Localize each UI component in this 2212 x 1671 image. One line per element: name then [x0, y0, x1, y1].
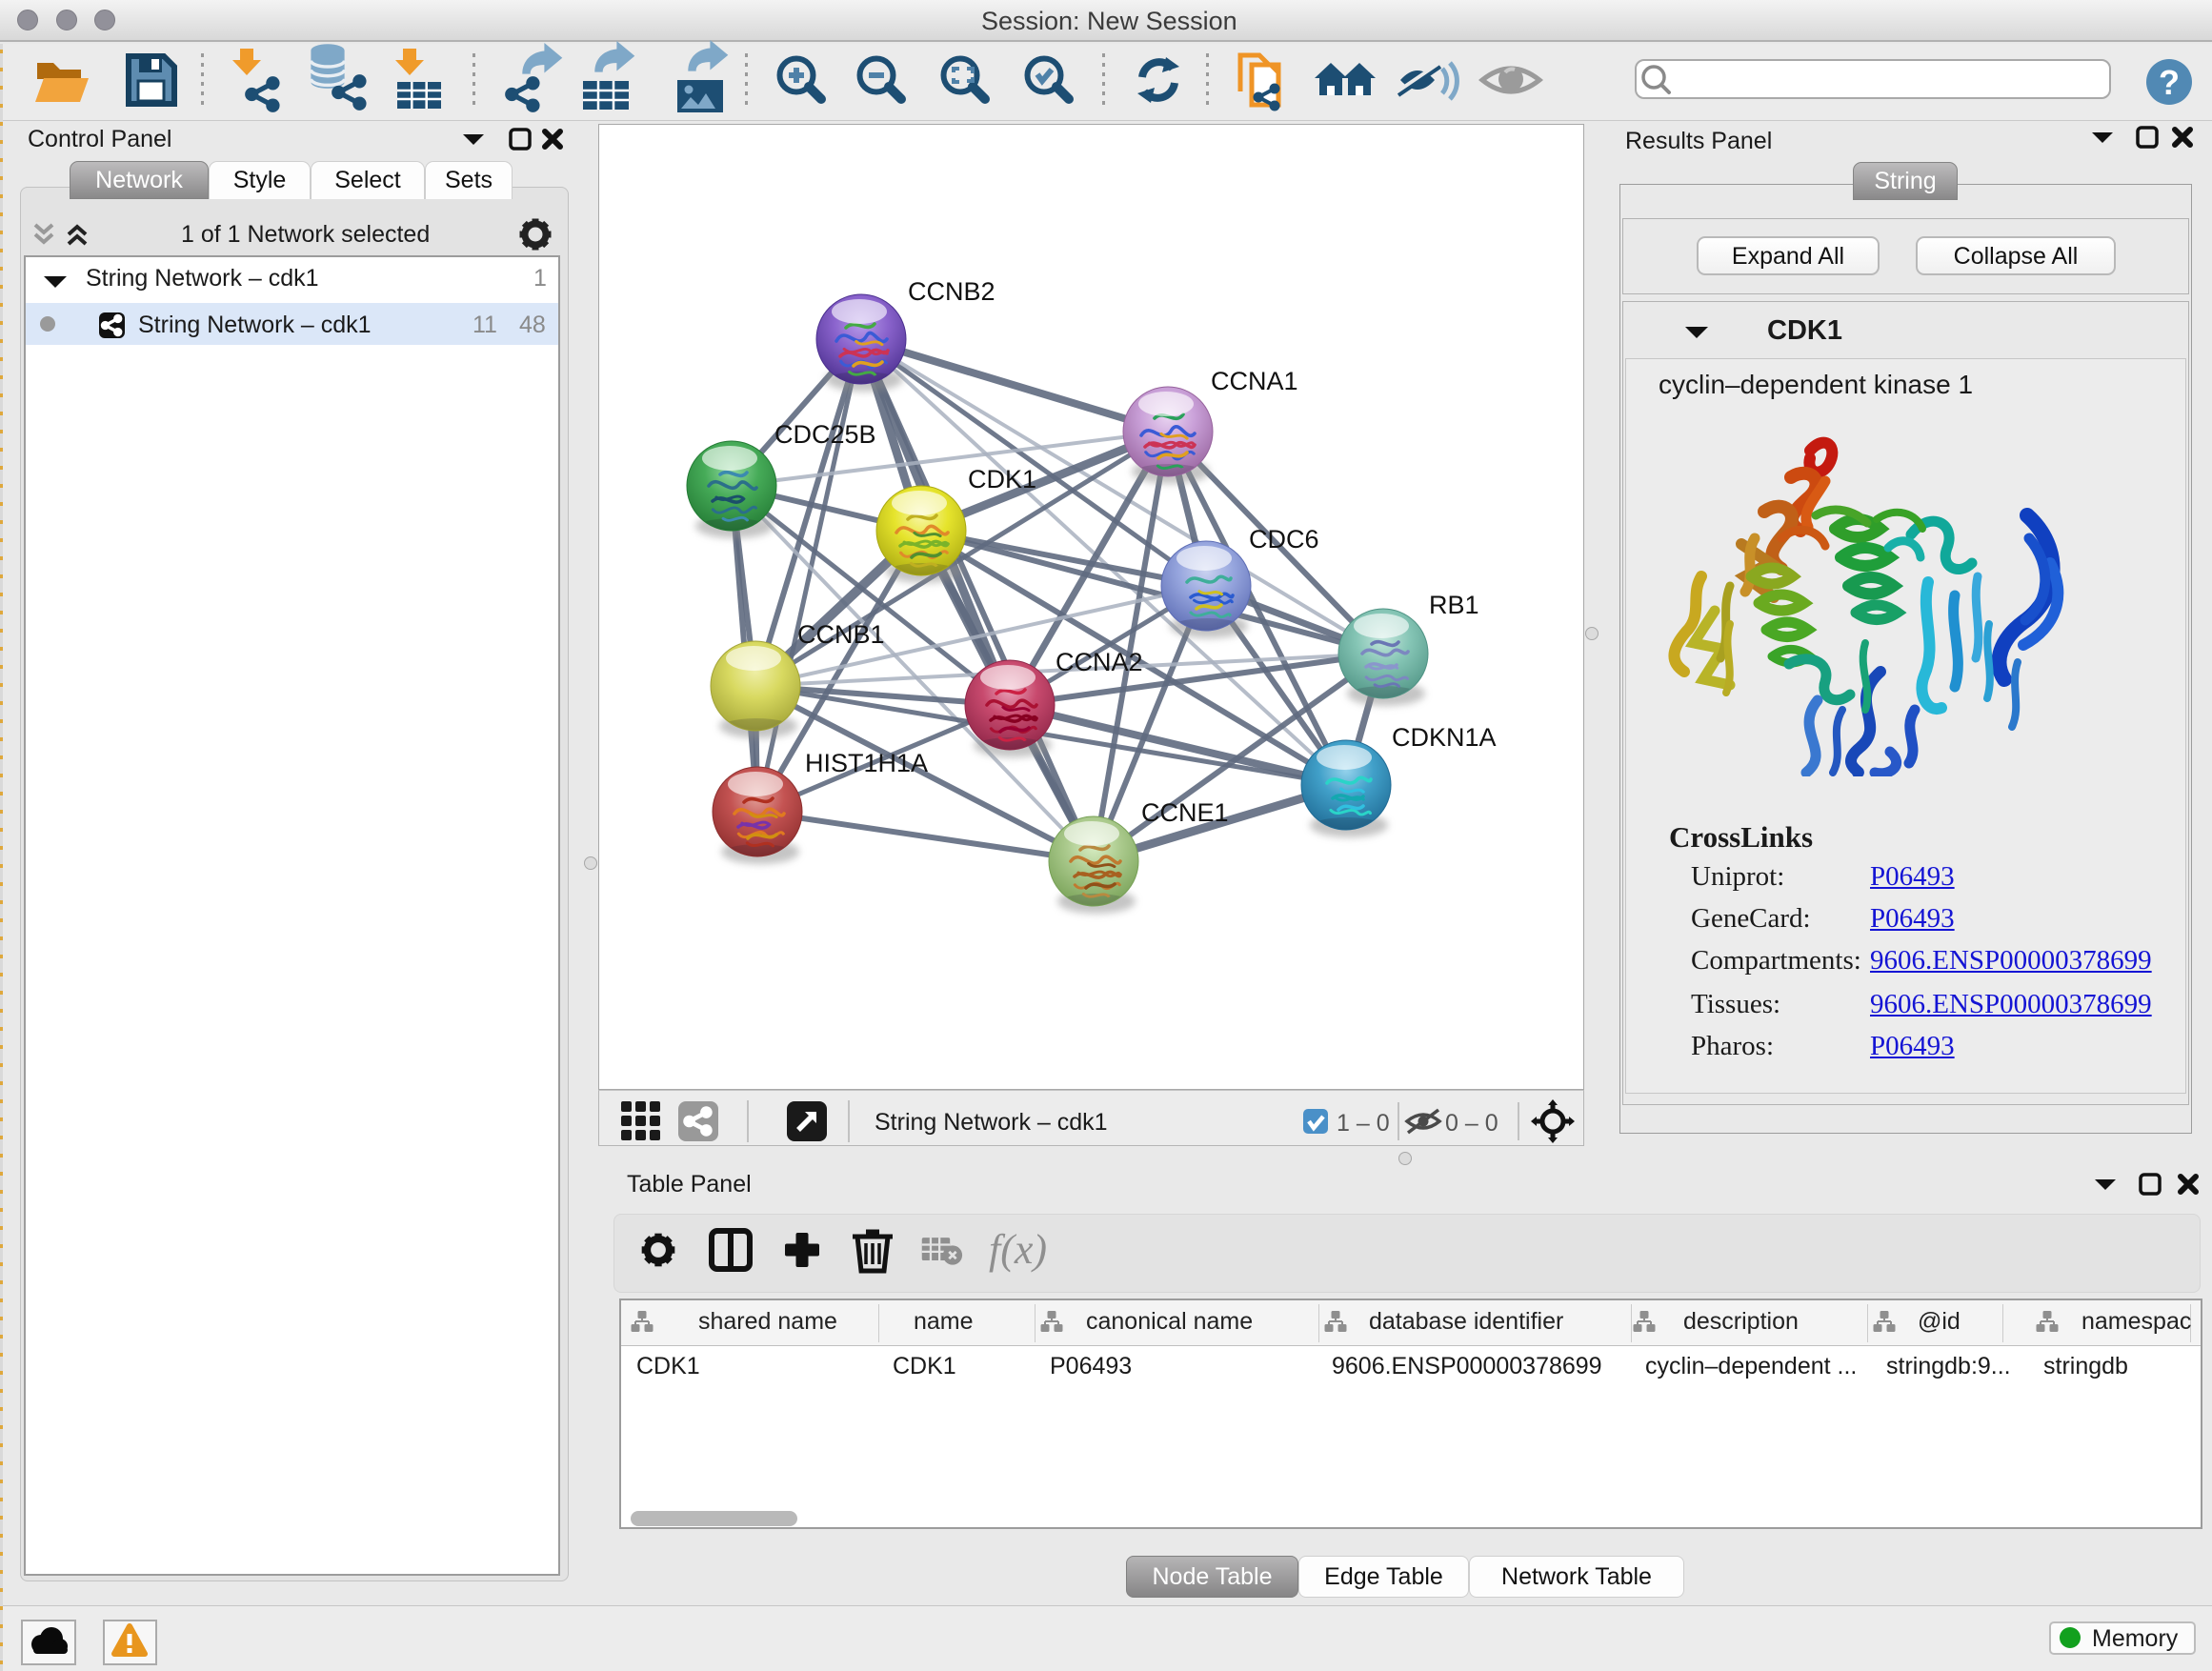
svg-text:CCNA2: CCNA2 — [1056, 648, 1143, 676]
svg-text:CCNA1: CCNA1 — [1211, 367, 1298, 395]
svg-text:CCNB2: CCNB2 — [908, 277, 995, 306]
svg-text:CCNB1: CCNB1 — [797, 620, 885, 649]
svg-text:RB1: RB1 — [1429, 591, 1479, 619]
svg-text:CDC25B: CDC25B — [774, 420, 876, 449]
svg-text:CDK1: CDK1 — [968, 465, 1036, 493]
svg-text:HIST1H1A: HIST1H1A — [805, 749, 928, 777]
svg-text:CCNE1: CCNE1 — [1141, 798, 1229, 827]
svg-text:CDC6: CDC6 — [1249, 525, 1319, 554]
svg-text:CDKN1A: CDKN1A — [1392, 723, 1497, 752]
